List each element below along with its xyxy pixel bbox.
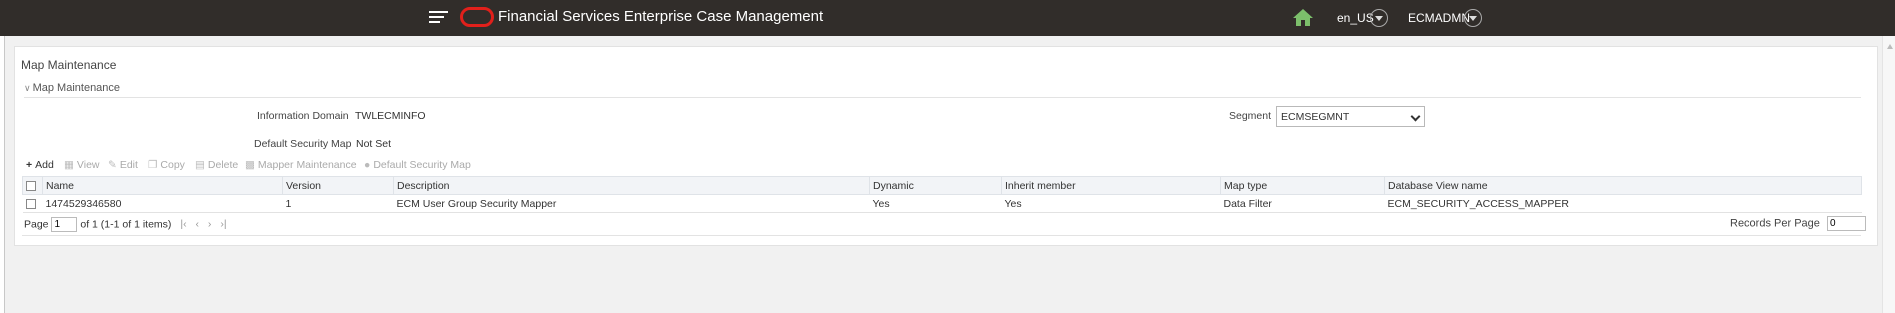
- chevron-down-icon: ∨: [24, 83, 31, 93]
- segment-select-value: ECMSEGMNT: [1281, 111, 1350, 123]
- grid-bottom-divider: [22, 235, 1861, 236]
- column-header-version[interactable]: Version: [282, 176, 394, 195]
- oracle-logo-icon: [460, 7, 494, 27]
- page-summary: of 1 (1-1 of 1 items): [80, 218, 172, 231]
- records-per-page: Records Per Page: [1730, 216, 1866, 231]
- column-header-dynamic[interactable]: Dynamic: [869, 176, 1002, 195]
- page-label: Page: [24, 218, 49, 231]
- table-row[interactable]: 1474529346580 1 ECM User Group Security …: [22, 194, 1862, 213]
- view-icon: ▦: [64, 159, 74, 171]
- table-header-row: Name Version Description Dynamic Inherit…: [22, 176, 1862, 195]
- add-button[interactable]: + Add: [26, 159, 54, 171]
- copy-icon: ❐: [148, 159, 158, 171]
- user-label[interactable]: ECMADMN: [1408, 11, 1470, 25]
- row-checkbox[interactable]: [25, 198, 36, 209]
- cell-map-type: Data Filter: [1220, 194, 1385, 213]
- copy-button[interactable]: ❐ Copy: [148, 159, 185, 171]
- previous-page-icon[interactable]: ‹: [196, 218, 200, 230]
- delete-button[interactable]: ▤ Delete: [195, 159, 238, 171]
- app-title: Financial Services Enterprise Case Manag…: [498, 8, 824, 25]
- column-header-description[interactable]: Description: [393, 176, 870, 195]
- edit-button[interactable]: ✎ Edit: [108, 159, 138, 171]
- plus-icon: +: [26, 159, 33, 171]
- last-page-icon[interactable]: ›|: [220, 218, 226, 230]
- section-toggle[interactable]: ∨ Map Maintenance: [24, 82, 120, 94]
- vertical-scrollbar[interactable]: [1882, 36, 1895, 313]
- cell-inherit-member: Yes: [1001, 194, 1221, 213]
- records-per-page-input[interactable]: [1826, 216, 1866, 231]
- info-domain-value: TWLECMINFO: [355, 110, 426, 122]
- mapper-maintenance-button[interactable]: ▩ Mapper Maintenance: [245, 159, 357, 171]
- row-checkbox-cell[interactable]: [22, 194, 43, 213]
- cell-version: 1: [282, 194, 394, 213]
- cell-name: 1474529346580: [42, 194, 283, 213]
- scroll-up-icon[interactable]: [1887, 44, 1893, 49]
- home-icon[interactable]: [1292, 8, 1314, 27]
- segment-select[interactable]: ECMSEGMNT: [1276, 106, 1425, 127]
- select-all-checkbox[interactable]: [26, 180, 36, 191]
- user-icon: ●: [364, 159, 371, 171]
- section-title: Map Maintenance: [32, 82, 121, 94]
- maps-table: Name Version Description Dynamic Inherit…: [22, 176, 1862, 213]
- pagination: Page of 1 (1-1 of 1 items) |‹ ‹ › ›|: [24, 217, 227, 232]
- section-divider: [24, 97, 1861, 98]
- page-title: Map Maintenance: [21, 58, 117, 72]
- default-map-value: Not Set: [356, 138, 392, 150]
- column-header-map-type[interactable]: Map type: [1220, 176, 1385, 195]
- select-all-checkbox-cell[interactable]: [22, 176, 43, 195]
- cell-description: ECM User Group Security Mapper: [393, 194, 870, 213]
- segment-label: Segment: [1229, 110, 1272, 122]
- cell-database-view-name: ECM_SECURITY_ACCESS_MAPPER: [1384, 194, 1862, 213]
- column-header-inherit-member[interactable]: Inherit member: [1001, 176, 1221, 195]
- locale-label[interactable]: en_US: [1337, 11, 1374, 25]
- cell-dynamic: Yes: [869, 194, 1002, 213]
- mapper-icon: ▩: [245, 159, 255, 171]
- delete-icon: ▤: [195, 159, 205, 171]
- records-per-page-label: Records Per Page: [1730, 217, 1820, 230]
- page-number-input[interactable]: [51, 217, 78, 232]
- view-button[interactable]: ▦ View: [64, 159, 100, 171]
- first-page-icon[interactable]: |‹: [180, 218, 186, 230]
- info-domain-label: Information Domain: [257, 110, 349, 122]
- next-page-icon[interactable]: ›: [208, 218, 212, 230]
- edit-icon: ✎: [108, 159, 117, 171]
- default-map-label: Default Security Map: [254, 138, 352, 150]
- locale-chevron-down-icon[interactable]: [1370, 9, 1388, 27]
- left-divider: [4, 36, 5, 313]
- column-header-name[interactable]: Name: [42, 176, 283, 195]
- top-bar: Financial Services Enterprise Case Manag…: [0, 0, 1895, 36]
- user-chevron-down-icon[interactable]: [1464, 9, 1482, 27]
- column-header-database-view-name[interactable]: Database View name: [1384, 176, 1862, 195]
- default-security-map-button[interactable]: ● Default Security Map: [364, 159, 471, 171]
- chevron-down-icon: [1410, 111, 1421, 122]
- hamburger-menu-icon[interactable]: [429, 11, 448, 25]
